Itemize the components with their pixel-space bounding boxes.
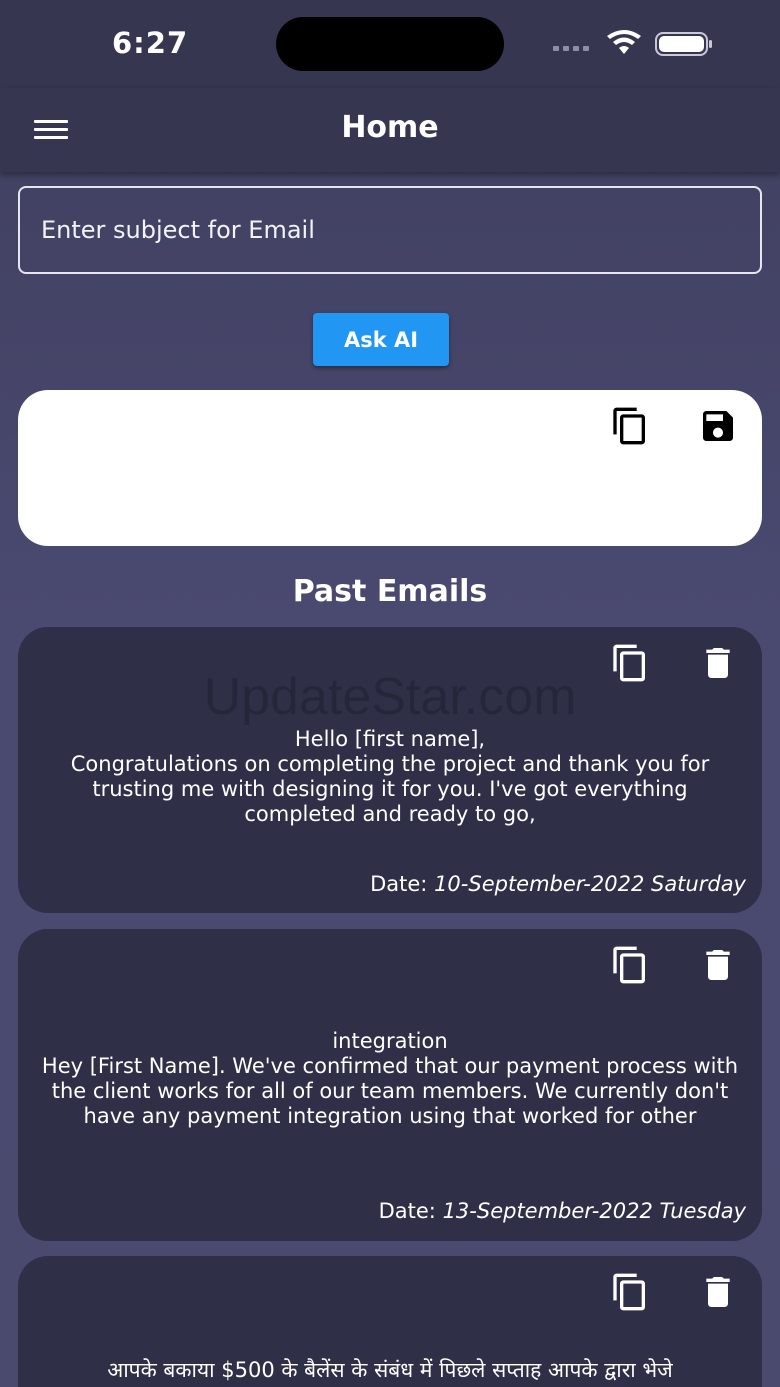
- date-value: 10-September-2022 Saturday: [434, 872, 746, 896]
- status-bar: 6:27: [0, 0, 780, 88]
- copy-icon[interactable]: [610, 643, 650, 683]
- status-time: 6:27: [112, 26, 189, 60]
- date-label: Date:: [370, 872, 428, 896]
- email-body-text: Hello [first name], Congratulations on c…: [70, 727, 710, 826]
- app-bar: Home: [0, 88, 780, 172]
- past-emails-heading: Past Emails: [292, 574, 488, 609]
- ask-ai-button[interactable]: Ask AI: [313, 313, 449, 366]
- copy-icon[interactable]: [610, 406, 650, 446]
- past-email-card: integration Hey [First Name]. We've conf…: [18, 929, 762, 1241]
- date-value: 13-September-2022 Tuesday: [442, 1199, 746, 1223]
- dynamic-island: [276, 17, 504, 71]
- email-subject-input[interactable]: [18, 186, 762, 274]
- save-icon[interactable]: [698, 406, 738, 446]
- wifi-icon: [607, 30, 641, 54]
- battery-icon: [655, 32, 712, 56]
- email-body-text: आपके बकाया $500 के बैलेंस के संबंध में प…: [107, 1358, 673, 1382]
- email-date: Date: 10-September-2022 Saturday: [370, 872, 746, 896]
- delete-icon[interactable]: [698, 643, 738, 683]
- cellular-signal-icon: [553, 46, 589, 51]
- delete-icon[interactable]: [698, 1272, 738, 1312]
- past-email-card: आपके बकाया $500 के बैलेंस के संबंध में प…: [18, 1256, 762, 1387]
- email-body-text: integration Hey [First Name]. We've conf…: [41, 1029, 739, 1128]
- date-label: Date:: [378, 1199, 436, 1223]
- page-title: Home: [341, 110, 439, 145]
- generated-email-card: [18, 390, 762, 546]
- past-email-card: UpdateStar.com Hello [first name], Congr…: [18, 627, 762, 913]
- delete-icon[interactable]: [698, 945, 738, 985]
- copy-icon[interactable]: [610, 1272, 650, 1312]
- email-date: Date: 13-September-2022 Tuesday: [379, 1199, 746, 1223]
- copy-icon[interactable]: [610, 945, 650, 985]
- watermark: UpdateStar.com: [203, 668, 577, 726]
